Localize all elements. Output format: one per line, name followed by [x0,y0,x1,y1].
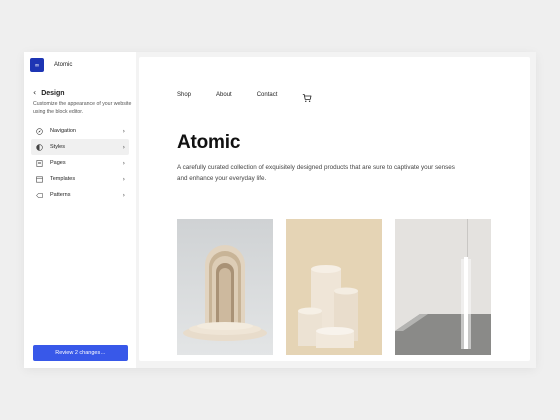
sidebar-item-label: Styles [50,144,65,150]
sidebar-item-patterns[interactable]: Patterns › [31,187,129,203]
product-gallery [177,219,504,355]
panel-title: Design [41,89,65,97]
sidebar-item-navigation[interactable]: Navigation › [31,123,129,139]
design-nav-list: Navigation › Styles › Pages › Templates … [31,123,129,203]
nav-link-shop[interactable]: Shop [177,92,191,98]
arch-sculpture-image[interactable] [177,219,273,355]
chevron-right-icon: › [122,175,125,183]
site-preview[interactable]: Shop About Contact Atomic A carefully cu… [139,57,530,361]
sidebar-item-templates[interactable]: Templates › [31,171,129,187]
sidebar-item-label: Pages [50,160,66,166]
sidebar-item-label: Navigation [50,128,76,134]
chevron-right-icon: › [122,127,125,135]
compass-icon [36,127,43,135]
sidebar-item-styles[interactable]: Styles › [31,139,129,155]
cylinder-pedestals-image[interactable] [286,219,382,355]
light-tube-image[interactable] [395,219,491,355]
review-changes-button[interactable]: Review 2 changes… [33,345,128,361]
hero-title: Atomic [177,132,241,153]
site-name: Atomic [54,62,73,68]
hero-description: A carefully curated collection of exquis… [177,164,455,182]
half-circle-icon [36,143,43,151]
site-header[interactable]: ∞ Atomic [30,58,72,72]
editor-window: ∞ Atomic ‹ Design Customize the appearan… [24,52,536,368]
layout-icon [36,176,43,183]
page-icon [36,159,43,167]
chevron-right-icon: › [122,159,125,167]
chevron-left-icon: ‹ [33,88,37,97]
cart-icon[interactable] [302,90,312,102]
panel-description: Customize the appearance of your website… [33,101,132,115]
sidebar-item-label: Templates [50,176,76,182]
sidebar: ∞ Atomic ‹ Design Customize the appearan… [24,52,136,368]
symbol-icon [36,192,43,199]
nav-link-contact[interactable]: Contact [257,92,278,98]
chevron-right-icon: › [122,143,125,151]
sidebar-item-pages[interactable]: Pages › [31,155,129,171]
nav-link-about[interactable]: About [216,92,232,98]
preview-navigation: Shop About Contact [177,90,312,102]
site-logo-icon[interactable]: ∞ [30,58,44,72]
sidebar-item-label: Patterns [50,192,71,198]
design-back-button[interactable]: ‹ Design [33,89,65,97]
chevron-right-icon: › [122,191,125,199]
